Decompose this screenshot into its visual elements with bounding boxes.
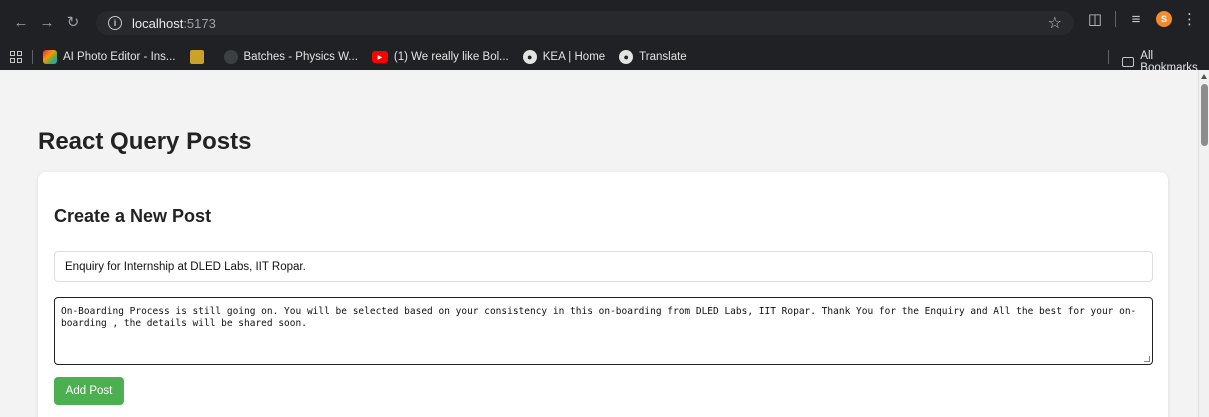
- bookmark-ai-photo-editor[interactable]: AI Photo Editor - Ins...: [43, 50, 176, 64]
- extensions-puzzle-icon[interactable]: ◫: [1085, 10, 1105, 28]
- profile-avatar[interactable]: S: [1156, 11, 1172, 27]
- bookmark-translate[interactable]: ● Translate: [619, 50, 687, 64]
- site-info-icon[interactable]: i: [108, 16, 122, 30]
- bookmarks-bar: AI Photo Editor - Ins... Batches - Physi…: [0, 44, 1209, 74]
- bookmark-label: Batches - Physics W...: [243, 51, 358, 63]
- globe-icon: ●: [619, 50, 634, 64]
- apps-grid-icon[interactable]: [10, 51, 22, 63]
- square-logo-icon: [189, 50, 204, 64]
- form-heading: Create a New Post: [54, 206, 212, 226]
- bookmark-square-logo[interactable]: [189, 50, 210, 64]
- post-title-input[interactable]: [54, 251, 1153, 282]
- page-scrollbar[interactable]: [1198, 70, 1209, 417]
- bookmark-youtube[interactable]: ▶ (1) We really like Bol...: [371, 51, 509, 63]
- youtube-icon: ▶: [371, 51, 388, 63]
- scroll-up-arrow-icon[interactable]: [1201, 74, 1207, 79]
- create-post-card: Create a New Post On-Boarding Process is…: [38, 172, 1168, 417]
- folder-icon: [1122, 57, 1135, 67]
- browser-chrome: ← → ↻ i localhost:5173 ☆ ◫ ≡ S ⋮ AI Phot…: [0, 0, 1209, 74]
- photo-editor-icon: [43, 50, 57, 64]
- url-port: :5173: [183, 15, 216, 31]
- browser-toolbar: ← → ↻ i localhost:5173 ☆ ◫ ≡ S ⋮: [0, 0, 1209, 44]
- physics-wallah-icon: [223, 50, 238, 64]
- reload-icon[interactable]: ↻: [60, 9, 86, 35]
- bookmark-label: (1) We really like Bol...: [393, 51, 509, 63]
- menu-kebab-icon[interactable]: ⋮: [1182, 10, 1197, 28]
- toolbar-separator: [1115, 11, 1116, 27]
- bookmark-star-icon[interactable]: ☆: [1048, 13, 1062, 33]
- bookmarks-separator: [32, 50, 33, 64]
- bookmark-label: Translate: [639, 51, 687, 63]
- back-arrow-icon[interactable]: ←: [8, 9, 34, 35]
- bookmark-physics-wallah[interactable]: Batches - Physics W...: [223, 50, 358, 64]
- page-viewport: React Query Posts Create a New Post On-B…: [0, 70, 1198, 417]
- page-title: React Query Posts: [38, 128, 252, 155]
- toolbar-actions: ◫ ≡ S ⋮: [1085, 10, 1197, 29]
- bookmark-label: KEA | Home: [542, 51, 606, 63]
- add-post-button[interactable]: Add Post: [54, 377, 124, 405]
- address-bar[interactable]: i localhost:5173 ☆: [96, 11, 1074, 35]
- textarea-resize-handle[interactable]: [1144, 356, 1150, 362]
- bookmark-kea-home[interactable]: ● KEA | Home: [522, 50, 606, 64]
- scrollbar-thumb[interactable]: [1201, 84, 1208, 146]
- bookmark-label: AI Photo Editor - Ins...: [63, 51, 176, 63]
- post-body-textarea[interactable]: On-Boarding Process is still going on. Y…: [54, 297, 1153, 365]
- forward-arrow-icon[interactable]: →: [34, 9, 60, 35]
- reading-list-icon[interactable]: ≡: [1126, 11, 1146, 28]
- globe-icon: ●: [522, 50, 537, 64]
- url-host: localhost: [132, 15, 184, 31]
